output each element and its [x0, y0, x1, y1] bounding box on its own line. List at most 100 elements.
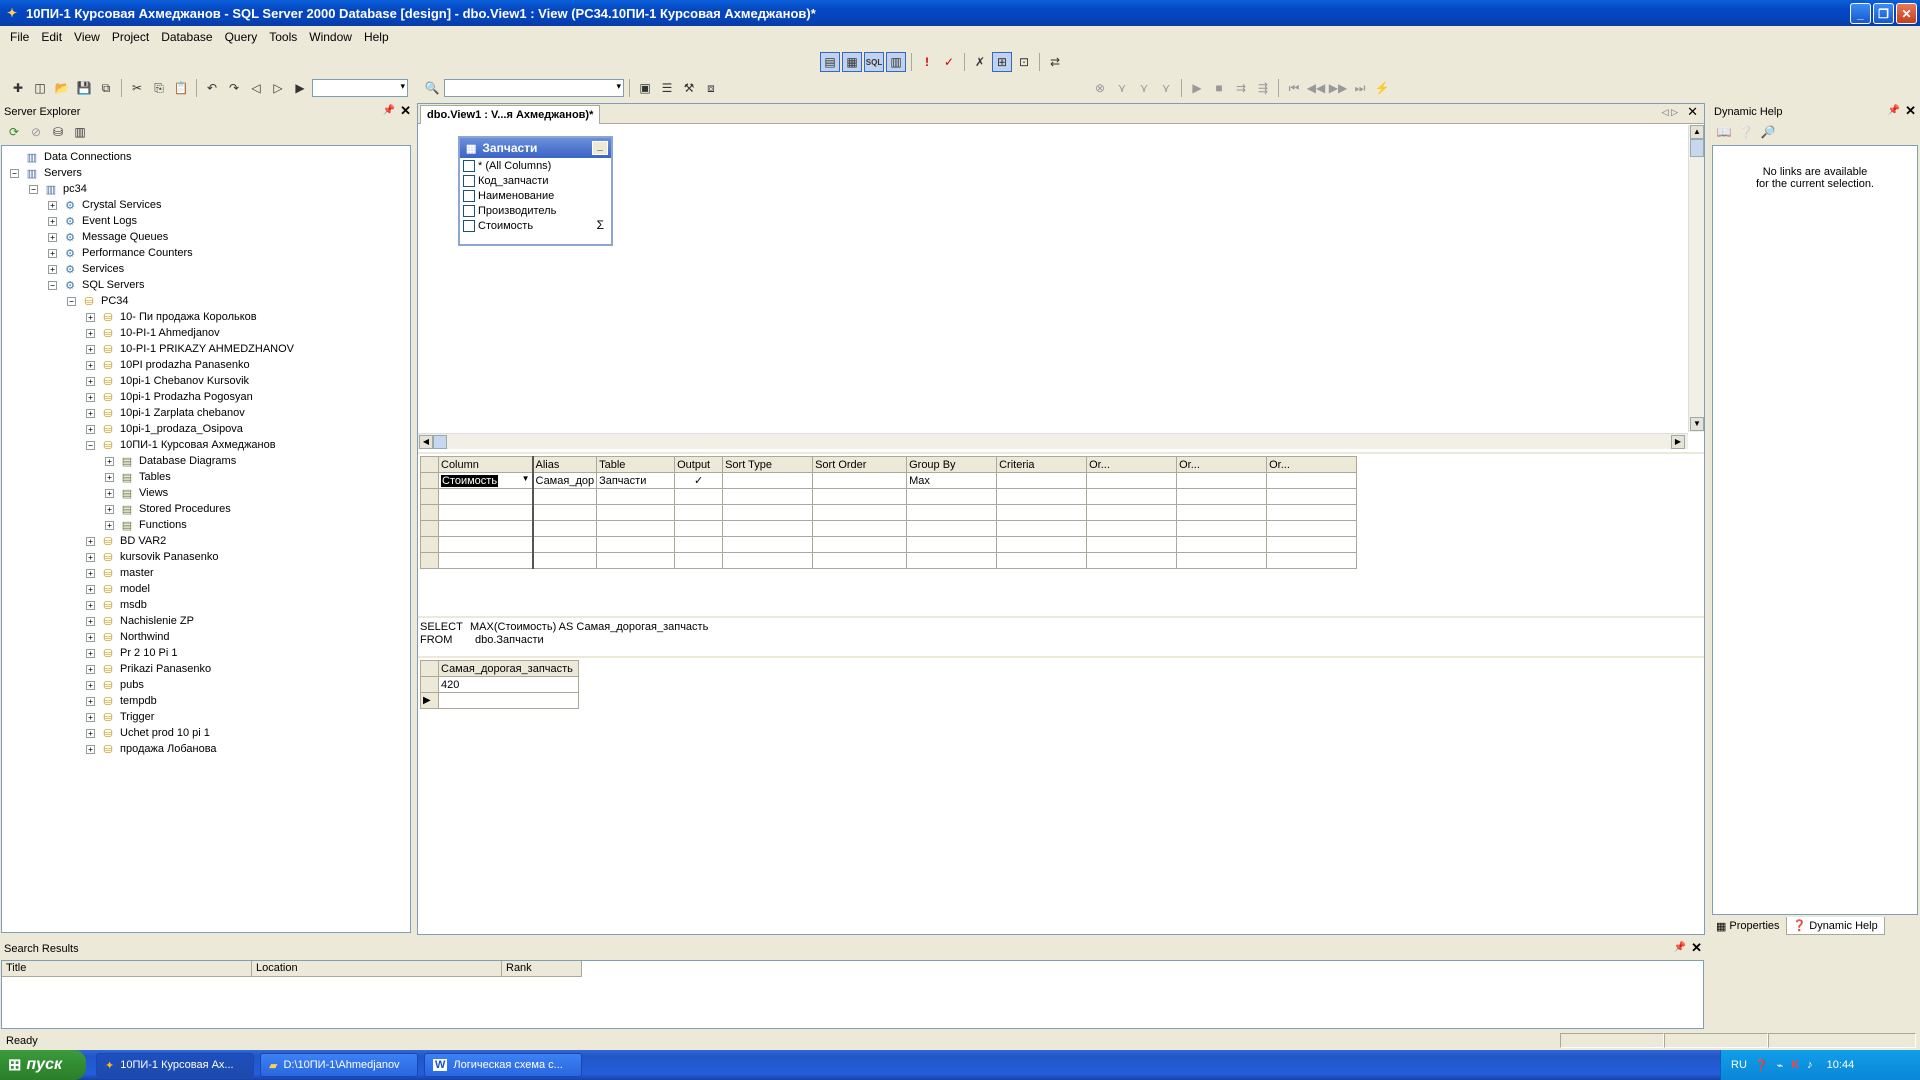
results-new-row[interactable]: ▶ [420, 692, 579, 709]
filter-icon[interactable]: ⋎ [1134, 78, 1154, 98]
close-panel-icon[interactable]: ✕ [1905, 103, 1916, 119]
step-icon[interactable]: ⇉ [1231, 78, 1251, 98]
find-in-files-icon[interactable]: 🔍 [422, 78, 442, 98]
tree-item[interactable]: + ⛁ Uchet prod 10 pi 1 [86, 725, 210, 741]
collapse-icon[interactable]: − [10, 168, 19, 178]
tree-item[interactable]: + ⚙ Performance Counters [48, 245, 193, 261]
find-combo[interactable] [444, 79, 624, 97]
properties-window-icon[interactable]: ☰ [657, 78, 677, 98]
grid-row-empty[interactable] [420, 520, 1358, 537]
step-icon[interactable]: ⇶ [1253, 78, 1273, 98]
redo-icon[interactable]: ↷ [224, 78, 244, 98]
tree-item[interactable]: + ⚙ Message Queues [48, 229, 168, 245]
expand-icon[interactable]: + [86, 600, 95, 610]
tab-properties[interactable]: ▦ Properties [1710, 917, 1786, 935]
diagram-vertical-scrollbar[interactable]: ▲ ▼ [1688, 125, 1704, 432]
minimize-button[interactable]: _ [1850, 3, 1871, 24]
grid-cell-group-by[interactable]: Max [906, 472, 998, 489]
expand-icon[interactable]: + [86, 376, 95, 386]
run-query-icon[interactable]: ! [917, 52, 937, 72]
stop-refresh-icon[interactable]: ⊘ [26, 122, 46, 142]
row-header[interactable] [420, 472, 439, 489]
table-box-zapchasti[interactable]: ▦ Запчасти _ * (All Columns) Код_запчаст… [458, 136, 613, 246]
results-cell-empty[interactable] [438, 692, 579, 709]
grid-pane[interactable]: Column Alias Table Output Sort Type Sort… [418, 452, 1704, 612]
expand-icon[interactable]: + [86, 328, 95, 338]
expand-icon[interactable]: + [86, 712, 95, 722]
start-debug-icon[interactable]: ▶ [290, 78, 310, 98]
column-checkbox[interactable] [463, 189, 475, 202]
diagram-horizontal-scrollbar[interactable]: ◀ ▶ [418, 433, 1688, 449]
taskbar-item[interactable]: ▰ D:\10ПИ-1\Ahmedjanov [260, 1053, 418, 1077]
undo-icon[interactable]: ↶ [202, 78, 222, 98]
collapse-icon[interactable]: − [29, 184, 38, 194]
breakpoint-icon[interactable]: ⊗ [1090, 78, 1110, 98]
antivirus-icon[interactable]: K [1791, 1059, 1799, 1071]
clock[interactable]: 10:44 [1827, 1059, 1855, 1071]
document-tab[interactable]: dbo.View1 : V...я Ахмеджанов)* [420, 105, 601, 124]
tree-item[interactable]: + ⚙ Event Logs [48, 213, 137, 229]
solution-config-combo[interactable] [312, 79, 408, 97]
expand-icon[interactable]: + [86, 616, 95, 626]
expand-icon[interactable]: + [105, 472, 114, 482]
add-item-icon[interactable]: ◫ [30, 78, 50, 98]
menu-view[interactable]: View [68, 30, 106, 44]
contents-icon[interactable]: 📖 [1714, 122, 1734, 142]
scroll-up-icon[interactable]: ▲ [1690, 125, 1704, 139]
expand-icon[interactable]: + [86, 312, 95, 322]
tree-item[interactable]: + ▤ Views [105, 485, 168, 501]
expand-icon[interactable]: + [86, 568, 95, 578]
paste-icon[interactable]: 📋 [171, 78, 191, 98]
menu-window[interactable]: Window [303, 30, 358, 44]
save-icon[interactable]: 💾 [74, 78, 94, 98]
expand-icon[interactable]: + [86, 632, 95, 642]
expand-icon[interactable]: + [48, 200, 57, 210]
column-checkbox[interactable] [463, 219, 475, 232]
tab-dynamic-help[interactable]: ❓ Dynamic Help [1785, 917, 1885, 935]
change-type-icon[interactable]: ⇄ [1045, 52, 1065, 72]
column-checkbox[interactable] [463, 159, 475, 172]
close-button[interactable]: ✕ [1896, 3, 1917, 24]
language-indicator[interactable]: RU [1731, 1059, 1747, 1071]
scroll-down-icon[interactable]: ▼ [1690, 417, 1704, 431]
expand-icon[interactable]: + [48, 248, 57, 258]
toolbar-options-icon[interactable]: ⚡ [1372, 78, 1392, 98]
expand-icon[interactable]: + [105, 456, 114, 466]
tree-item[interactable]: + ⛁ pubs [86, 677, 144, 693]
menu-query[interactable]: Query [219, 30, 264, 44]
tree-item[interactable]: + ⛁ Nachislenie ZP [86, 613, 194, 629]
tree-item[interactable]: + ⛁ 10pi-1 Zarplata chebanov [86, 405, 245, 421]
expand-icon[interactable]: + [86, 744, 95, 754]
menu-tools[interactable]: Tools [263, 30, 303, 44]
results-row[interactable]: 420 [420, 676, 579, 693]
collapse-icon[interactable]: − [48, 280, 57, 290]
collapse-icon[interactable]: − [67, 296, 76, 306]
tree-item[interactable]: + ⛁ Trigger [86, 709, 154, 725]
menu-project[interactable]: Project [106, 30, 155, 44]
diagram-pane[interactable]: ▦ Запчасти _ * (All Columns) Код_запчаст… [418, 125, 1704, 449]
results-pane[interactable]: Самая_дорогая_запчасть 420 ▶ [418, 656, 1704, 934]
column-row[interactable]: Производитель [460, 203, 611, 218]
refresh-icon[interactable]: ⟳ [4, 122, 24, 142]
scroll-right-icon[interactable]: ▶ [1671, 435, 1685, 449]
tab-scroll-icons[interactable]: ◁ ▷ [1662, 107, 1678, 118]
open-folder-icon[interactable]: 📂 [52, 78, 72, 98]
other-windows-icon[interactable]: ⧈ [701, 78, 721, 98]
tree-item[interactable]: − ⚙ SQL Servers [48, 277, 145, 293]
expand-icon[interactable]: + [86, 696, 95, 706]
play-icon[interactable]: ▶ [1187, 78, 1207, 98]
new-project-icon[interactable]: ✚ [8, 78, 28, 98]
tree-item[interactable]: + ⛁ Prikazi Panasenko [86, 661, 211, 677]
tree-item[interactable]: − ⛁ 10ПИ-1 Курсовая Ахмеджанов [86, 437, 276, 453]
pin-icon[interactable]: 📌 [1674, 942, 1686, 953]
expand-icon[interactable]: + [105, 488, 114, 498]
sql-pane[interactable]: SELECT MAX(Стоимость) AS Самая_дорогая_з… [418, 616, 1704, 654]
scroll-thumb[interactable] [1690, 139, 1704, 157]
results-grid[interactable]: Самая_дорогая_запчасть 420 ▶ [420, 660, 579, 709]
menu-file[interactable]: File [4, 30, 35, 44]
current-row-icon[interactable]: ▶ [420, 692, 439, 709]
tree-item[interactable]: + ⛁ 10pi-1 Prodazha Pogosyan [86, 389, 253, 405]
grid-row[interactable]: Стоимость ▼ Самая_дор Запчасти ✓ Max [420, 472, 1358, 489]
scroll-left-icon[interactable]: ◀ [419, 435, 433, 449]
column-row[interactable]: * (All Columns) [460, 158, 611, 173]
